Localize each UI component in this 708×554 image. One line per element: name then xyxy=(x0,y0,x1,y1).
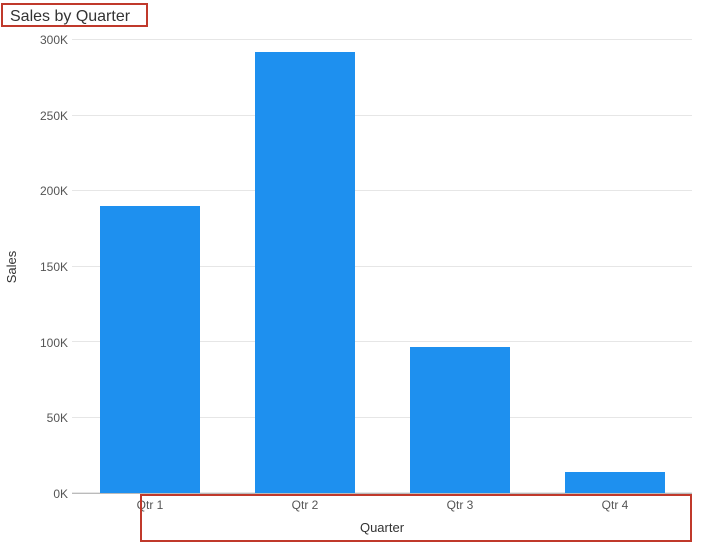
bar-qtr3[interactable] xyxy=(410,347,510,493)
y-tick: 100K xyxy=(36,336,68,350)
gridline xyxy=(72,115,692,116)
y-axis-label: Sales xyxy=(4,251,19,284)
x-tick: Qtr 2 xyxy=(292,498,319,512)
gridline xyxy=(72,39,692,40)
plot-area xyxy=(72,40,692,494)
x-axis-label: Quarter xyxy=(72,520,692,535)
y-tick: 50K xyxy=(36,411,68,425)
bar-qtr4[interactable] xyxy=(565,472,665,493)
x-ticks: Qtr 1 Qtr 2 Qtr 3 Qtr 4 xyxy=(72,498,692,518)
x-tick: Qtr 4 xyxy=(602,498,629,512)
y-tick: 150K xyxy=(36,260,68,274)
chart-title: Sales by Quarter xyxy=(4,6,136,28)
x-tick: Qtr 3 xyxy=(447,498,474,512)
bar-qtr1[interactable] xyxy=(100,206,200,493)
y-tick: 250K xyxy=(36,109,68,123)
x-tick: Qtr 1 xyxy=(137,498,164,512)
bar-qtr2[interactable] xyxy=(255,52,355,493)
y-tick: 300K xyxy=(36,33,68,47)
gridline xyxy=(72,190,692,191)
y-tick: 0K xyxy=(36,487,68,501)
y-tick: 200K xyxy=(36,184,68,198)
